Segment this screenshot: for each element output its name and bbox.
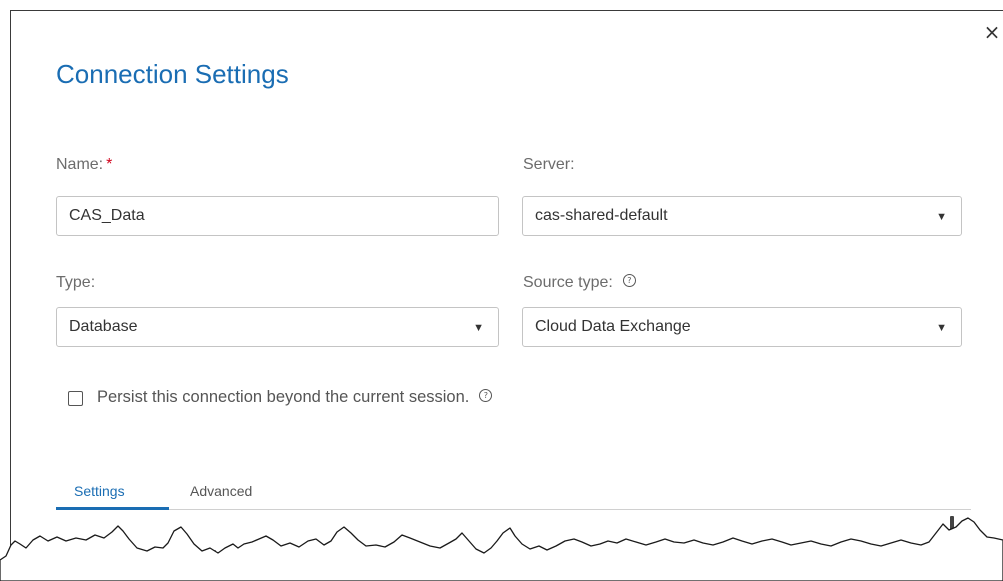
panel-scrollbar[interactable] bbox=[950, 516, 954, 552]
tab-advanced[interactable]: Advanced bbox=[190, 483, 252, 499]
server-select[interactable]: cas-shared-default ▼ bbox=[522, 196, 962, 236]
tab-settings[interactable]: Settings bbox=[74, 483, 125, 499]
persist-label[interactable]: Persist this connection beyond the curre… bbox=[97, 388, 493, 407]
persist-checkbox[interactable] bbox=[68, 391, 83, 406]
name-label: Name: * bbox=[56, 156, 112, 174]
name-input[interactable]: CAS_Data bbox=[56, 196, 499, 236]
connection-settings-dialog: × Connection Settings Name: * CAS_Data Se… bbox=[10, 10, 1003, 581]
type-select[interactable]: Database ▼ bbox=[56, 307, 499, 347]
source-type-label-text: Source type: bbox=[523, 274, 613, 291]
tabs-divider bbox=[56, 509, 971, 510]
persist-label-text: Persist this connection beyond the curre… bbox=[97, 388, 470, 406]
dialog-title: Connection Settings bbox=[56, 59, 289, 89]
chevron-down-icon: ▼ bbox=[936, 322, 947, 334]
active-tab-indicator bbox=[56, 507, 169, 510]
type-label: Type: bbox=[56, 274, 96, 291]
source-type-label: Source type:? bbox=[523, 274, 636, 292]
settings-description: Specify the Cloud Data Exchange connecti… bbox=[58, 547, 480, 565]
name-input-value: CAS_Data bbox=[69, 207, 145, 224]
type-select-value: Database bbox=[69, 318, 138, 335]
chevron-down-icon: ▼ bbox=[936, 211, 947, 223]
chevron-down-icon: ▼ bbox=[473, 322, 484, 334]
server-select-value: cas-shared-default bbox=[535, 207, 668, 224]
close-icon[interactable]: × bbox=[981, 21, 1003, 43]
required-marker: * bbox=[106, 156, 113, 173]
source-type-select[interactable]: Cloud Data Exchange ▼ bbox=[522, 307, 962, 347]
server-label: Server: bbox=[523, 156, 575, 173]
help-icon[interactable]: ? bbox=[622, 274, 636, 288]
source-type-select-value: Cloud Data Exchange bbox=[535, 318, 691, 335]
name-label-text: Name: bbox=[56, 156, 104, 173]
help-icon[interactable]: ? bbox=[479, 389, 493, 403]
